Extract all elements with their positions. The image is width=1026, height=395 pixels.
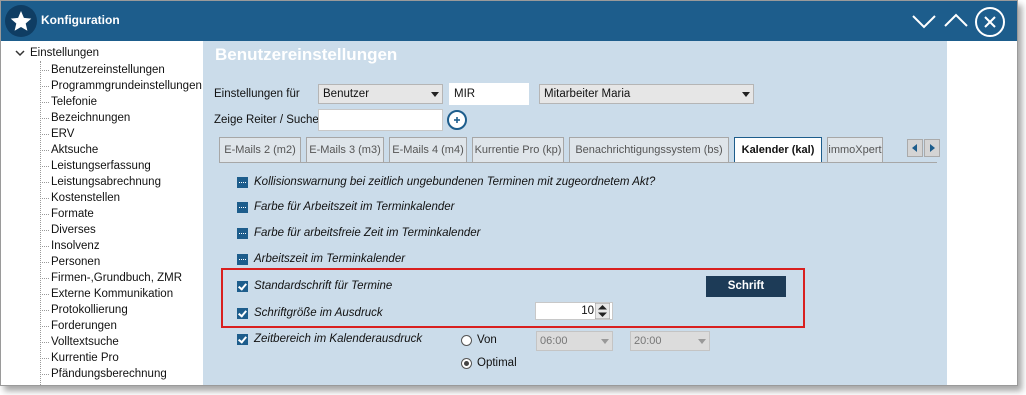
tree-item[interactable]: Firmen-,Grundbuch, ZMR [39,270,202,286]
page-title: Benutzereinstellungen [215,45,398,64]
chevron-up-icon[interactable] [941,7,971,35]
settings-for-select[interactable]: Benutzer [318,84,443,104]
tree-item[interactable]: Pfändungsberechnung [39,366,202,382]
tab-scroll-left-icon[interactable] [907,139,923,157]
dropdown-arrow-icon [601,339,609,344]
tab-6[interactable]: Kalender (kal) [734,137,822,162]
range-from-label: Von [477,334,497,346]
settings-for-label: Einstellungen für [214,88,300,100]
tree-item[interactable]: Insolvenz [39,238,202,254]
tree-item[interactable]: Formate [39,206,202,222]
time-to-select[interactable]: 20:00 [630,331,710,351]
tree-items: Benutzereinstellungen Programmgrundeinste… [39,62,202,382]
work-time-color-label: Farbe für Arbeitszeit im Terminkalender [254,201,455,213]
work-time-color-option[interactable]: Farbe für Arbeitszeit im Terminkalender [237,198,454,216]
tab-7[interactable]: immoXpert [827,137,883,162]
tree-root-einstellungen[interactable]: Einstellungen [15,47,99,59]
tree-item[interactable]: Protokollierung [39,302,202,318]
configuration-window: Konfiguration Einstellungen Benutzereins… [0,0,1018,386]
calendar-print-range-option[interactable]: Zeitbereich im Kalenderausdruck [237,330,422,348]
user-code-field[interactable]: MIR [449,83,529,105]
tree-item[interactable]: Personen [39,254,202,270]
chevron-down-icon[interactable] [909,7,939,35]
tree-item[interactable]: Diverses [39,222,202,238]
tree-item[interactable]: Leistungserfassung [39,158,202,174]
dropdown-arrow-icon [431,92,439,97]
time-from-value: 06:00 [540,335,568,347]
expand-option-icon [237,201,248,213]
settings-panel: Benutzereinstellungen Einstellungen für … [203,41,947,385]
tab-4[interactable]: Kurrentie Pro (kp) [472,137,564,162]
tree-item[interactable]: Aktsuche [39,142,202,158]
free-time-color-option[interactable]: Farbe für arbeitsfreie Zeit im Terminkal… [237,224,480,242]
range-optimal-radio[interactable]: Optimal [461,357,517,369]
settings-for-value: Benutzer [323,88,370,100]
time-from-select[interactable]: 06:00 [536,331,613,351]
tree-item[interactable]: Benutzereinstellungen [39,62,202,78]
expand-chevron-icon[interactable] [15,48,25,58]
title-bar: Konfiguration [1,1,1017,41]
work-time-option[interactable]: Arbeitszeit im Terminkalender [237,250,405,268]
tab-1[interactable]: E-Mails 2 (m2) [219,137,301,162]
tree-item[interactable]: Bezeichnungen [39,110,202,126]
tree-item[interactable]: ERV [39,126,202,142]
checkbox-checked-icon[interactable] [237,307,248,319]
work-time-label: Arbeitszeit im Terminkalender [254,253,406,265]
user-name-select[interactable]: Mitarbeiter Maria [539,84,754,104]
standard-font-label: Standardschrift für Termine [254,280,393,292]
collision-warning-option[interactable]: Kollisionswarnung bei zeitlich ungebunde… [237,173,655,191]
checkbox-checked-icon[interactable] [237,333,248,345]
print-font-size-label: Schriftgröße im Ausdruck [254,307,383,319]
range-optimal-label: Optimal [477,357,517,369]
time-to-value: 20:00 [634,335,662,347]
expand-option-icon [237,253,248,265]
radio-unselected-icon[interactable] [461,334,472,346]
star-icon [5,5,37,37]
dropdown-arrow-icon [742,92,750,97]
settings-tree: Einstellungen Benutzereinstellungen Progr… [1,41,203,385]
dropdown-arrow-icon [698,339,706,344]
tab-scroll-right-icon[interactable] [924,139,940,157]
standard-font-option[interactable]: Standardschrift für Termine [237,277,392,295]
search-input[interactable] [318,109,443,131]
search-label: Zeige Reiter / Suche [214,114,319,126]
right-margin [947,41,1017,385]
tree-root-label: Einstellungen [30,47,100,59]
tree-item[interactable]: Leistungsabrechnung [39,174,202,190]
tree-item[interactable]: Forderungen [39,318,202,334]
calendar-print-range-label: Zeitbereich im Kalenderausdruck [254,333,423,345]
free-time-color-label: Farbe für arbeitsfreie Zeit im Terminkal… [254,227,481,239]
close-icon[interactable] [975,7,1005,37]
expand-option-icon [237,176,248,188]
tab-3[interactable]: E-Mails 4 (m4) [389,137,467,162]
expand-option-icon [237,227,248,239]
radio-selected-icon[interactable] [461,357,472,369]
print-font-size-option[interactable]: Schriftgröße im Ausdruck [237,304,383,322]
font-button[interactable]: Schrift [706,276,786,297]
tab-panel-border [219,162,937,163]
tree-item[interactable]: Kostenstellen [39,190,202,206]
window-title: Konfiguration [41,13,120,27]
tree-item[interactable]: Kurrentie Pro [39,350,202,366]
tree-item[interactable]: Volltextsuche [39,334,202,350]
print-font-size-value: 10 [581,305,594,317]
user-name-value: Mitarbeiter Maria [544,88,631,100]
range-from-radio[interactable]: Von [461,334,497,346]
collision-warning-label: Kollisionswarnung bei zeitlich ungebunde… [254,176,656,188]
spinner-icon[interactable] [594,302,611,320]
tree-item[interactable]: Telefonie [39,94,202,110]
checkbox-checked-icon[interactable] [237,280,248,292]
tree-item[interactable]: Externe Kommunikation [39,286,202,302]
user-code-value: MIR [454,88,476,100]
tab-5[interactable]: Benachrichtigungssystem (bs) [569,137,729,162]
tree-item[interactable]: Programmgrundeinstellungen [39,78,202,94]
tab-2[interactable]: E-Mails 3 (m3) [306,137,384,162]
zoom-search-icon[interactable] [447,110,467,130]
